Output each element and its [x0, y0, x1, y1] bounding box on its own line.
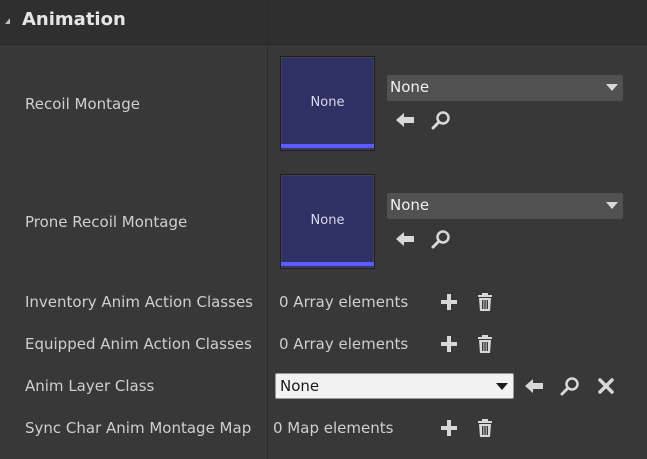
chevron-down-icon — [606, 202, 618, 209]
inventory-array-count: 0 Array elements — [279, 293, 409, 311]
prone-recoil-montage-thumbnail[interactable]: None — [280, 174, 375, 269]
collapse-arrow-icon[interactable] — [5, 18, 10, 24]
inventory-anim-action-classes-label: Inventory Anim Action Classes — [25, 293, 253, 311]
left-arrow-icon[interactable] — [394, 228, 416, 250]
chevron-down-icon — [496, 383, 508, 390]
close-icon[interactable] — [595, 375, 617, 397]
trash-icon[interactable] — [474, 333, 496, 355]
anim-layer-class-dropdown[interactable]: None — [275, 373, 514, 399]
recoil-montage-label: Recoil Montage — [25, 95, 140, 113]
equipped-anim-action-classes-label: Equipped Anim Action Classes — [25, 335, 252, 353]
prone-recoil-montage-label: Prone Recoil Montage — [25, 213, 188, 231]
plus-icon[interactable] — [438, 291, 460, 313]
thumbnail-type-bar — [281, 262, 374, 266]
plus-icon[interactable] — [438, 417, 460, 439]
plus-icon[interactable] — [438, 333, 460, 355]
section-title: Animation — [22, 9, 126, 30]
prone-recoil-montage-dropdown[interactable]: None — [387, 193, 623, 219]
thumbnail-type-bar — [281, 144, 374, 148]
sync-map-count: 0 Map elements — [273, 419, 394, 437]
dropdown-value: None — [280, 377, 320, 395]
dropdown-value: None — [390, 196, 430, 214]
dropdown-value: None — [390, 78, 430, 96]
sync-char-anim-montage-map-label: Sync Char Anim Montage Map — [25, 419, 252, 437]
column-divider[interactable] — [267, 0, 268, 459]
equipped-array-count: 0 Array elements — [279, 335, 409, 353]
trash-icon[interactable] — [474, 291, 496, 313]
anim-layer-class-label: Anim Layer Class — [25, 377, 155, 395]
thumbnail-text: None — [310, 213, 345, 228]
thumbnail-text: None — [310, 95, 345, 110]
left-arrow-icon[interactable] — [394, 109, 416, 131]
chevron-down-icon — [606, 84, 618, 91]
recoil-montage-dropdown[interactable]: None — [387, 75, 623, 101]
magnifier-icon[interactable] — [559, 375, 581, 397]
recoil-montage-thumbnail[interactable]: None — [280, 56, 375, 151]
magnifier-icon[interactable] — [430, 109, 452, 131]
magnifier-icon[interactable] — [430, 228, 452, 250]
left-arrow-icon[interactable] — [523, 375, 545, 397]
trash-icon[interactable] — [474, 417, 496, 439]
section-header[interactable]: Animation — [0, 0, 647, 45]
